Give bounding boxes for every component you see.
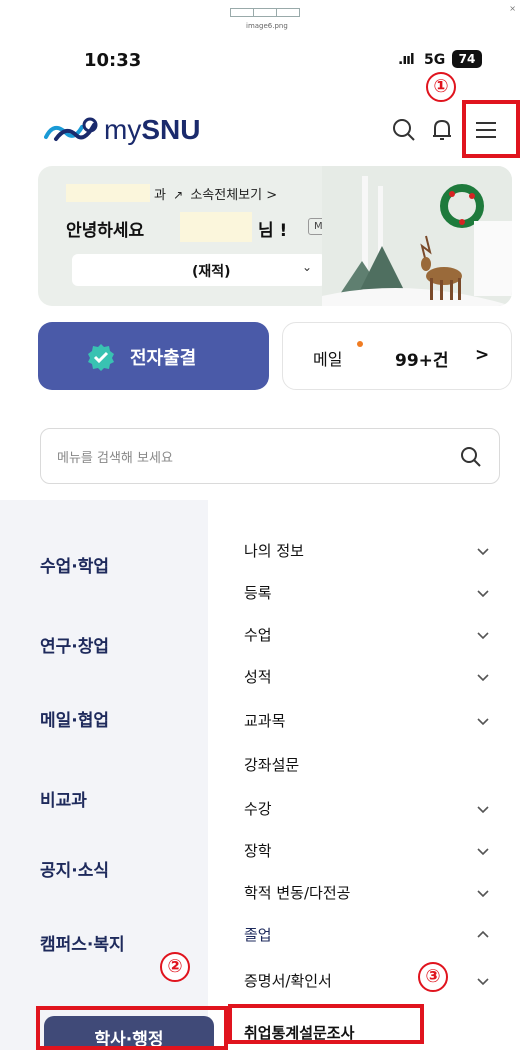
close-icon: ×: [509, 4, 516, 13]
chevron-down-icon[interactable]: [476, 544, 490, 558]
unread-dot: [357, 341, 363, 347]
category-item-notice[interactable]: 공지·소식: [40, 856, 109, 881]
thumbnail-icon: [230, 8, 300, 17]
logo-prefix: my: [104, 114, 142, 145]
winter-scene-illustration: [322, 166, 512, 306]
submenu-item-class[interactable]: 수업: [244, 624, 272, 645]
chevron-up-icon[interactable]: [476, 928, 490, 942]
mysnu-logo[interactable]: mySNU: [44, 110, 200, 150]
submenu-item-scholarship[interactable]: 장학: [244, 840, 272, 861]
status-select-value: (재적): [192, 264, 231, 280]
chevron-down-icon[interactable]: [476, 586, 490, 600]
category-item-extracurricular[interactable]: 비교과: [40, 786, 87, 811]
attendance-label: 전자출결: [130, 348, 197, 369]
bell-icon[interactable]: [426, 114, 458, 146]
chevron-down-icon[interactable]: [476, 628, 490, 642]
chevron-down-icon[interactable]: [476, 886, 490, 900]
step-marker-1: ①: [426, 72, 456, 102]
mail-label: 메일: [313, 350, 343, 369]
mail-button[interactable]: 메일 99+건 >: [282, 322, 512, 390]
logo-bold: SNU: [141, 114, 201, 145]
dept-suffix: 과: [154, 188, 166, 203]
category-item-campus[interactable]: 캠퍼스·복지: [40, 930, 125, 955]
menu-search-input[interactable]: 메뉴를 검색해 보세요: [40, 428, 500, 484]
category-item-mail[interactable]: 메일·협업: [40, 706, 109, 731]
chevron-down-icon[interactable]: [476, 714, 490, 728]
app-header: mySNU: [0, 100, 524, 160]
external-link-icon: ↗: [173, 188, 184, 202]
search-icon: [461, 447, 481, 467]
category-item-research[interactable]: 연구·창업: [40, 632, 109, 657]
hello-text: 안녕하세요: [66, 221, 145, 241]
step-marker-3: ③: [418, 962, 448, 992]
chevron-down-icon[interactable]: [476, 670, 490, 684]
redacted-dept: [66, 184, 150, 202]
search-icon[interactable]: [388, 114, 420, 146]
hamburger-menu-icon[interactable]: [470, 114, 502, 146]
file-name: image6.png: [246, 22, 288, 30]
status-time: 10:33: [84, 50, 142, 71]
snu-logo-icon: [44, 117, 98, 141]
submenu-item-graduation[interactable]: 졸업: [244, 924, 272, 945]
chevron-down-icon[interactable]: [476, 844, 490, 858]
submenu-item-grades[interactable]: 성적: [244, 666, 272, 687]
battery-icon: 74: [452, 50, 482, 68]
submenu-item-survey[interactable]: 강좌설문: [244, 754, 299, 775]
image-header: image6.png ×: [0, 0, 524, 40]
submenu-item-registration[interactable]: 등록: [244, 582, 272, 603]
submenu-item-status-change[interactable]: 학적 변동/다전공: [244, 882, 350, 903]
chevron-right-icon: >: [475, 345, 490, 365]
submenu-item-enrollment[interactable]: 수강: [244, 798, 272, 819]
submenu-item-courses[interactable]: 교과목: [244, 710, 285, 731]
dept-line: 과 ↗ 소속전체보기 >: [154, 184, 277, 203]
submenu-item-certificates[interactable]: 증명서/확인서: [244, 970, 332, 991]
submenu-item-my-info[interactable]: 나의 정보: [244, 540, 304, 561]
mail-count: 99+건: [395, 351, 449, 371]
signal-icon: .ııl: [398, 52, 415, 68]
chevron-down-icon: ⌄: [301, 260, 312, 274]
greeting-card: 과 ↗ 소속전체보기 > 안녕하세요 님 ! MY (재적) ⌄: [38, 166, 512, 306]
search-placeholder: 메뉴를 검색해 보세요: [57, 451, 173, 466]
submenu-panel: 나의 정보 등록 수업 성적 교과목 강좌설문 수강 장학 학적 변동/다전공 …: [208, 500, 524, 1050]
attendance-button[interactable]: 전자출결: [38, 322, 269, 390]
check-badge-icon: [88, 344, 114, 371]
submenu-item-employment-survey[interactable]: 취업통계설문조사: [244, 1022, 354, 1043]
step-marker-2: ②: [160, 952, 190, 982]
status-select[interactable]: (재적) ⌄: [72, 254, 326, 286]
category-item-admin[interactable]: 학사·행정: [44, 1016, 214, 1050]
dept-all-link[interactable]: 소속전체보기 >: [190, 188, 277, 203]
category-item-study[interactable]: 수업·학업: [40, 552, 109, 577]
chevron-down-icon[interactable]: [476, 802, 490, 816]
chevron-down-icon[interactable]: [476, 974, 490, 988]
redacted-name: [180, 212, 252, 242]
honorific: 님 !: [258, 221, 288, 241]
network-label: 5G: [424, 52, 446, 68]
